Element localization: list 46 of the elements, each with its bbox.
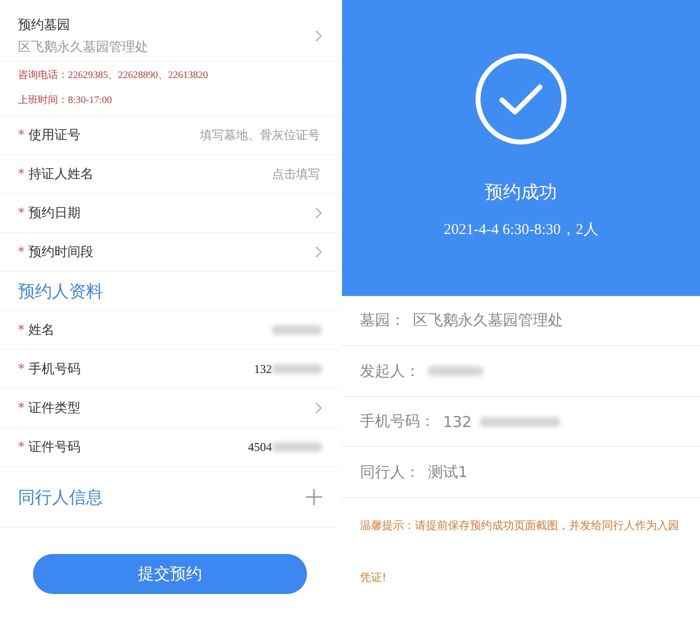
- info-value: 测试1: [428, 462, 468, 482]
- form-row[interactable]: * 证件号码 4504: [0, 428, 340, 466]
- section-title: 预约人资料: [18, 280, 103, 302]
- form-row[interactable]: * 预约时间段: [0, 233, 340, 271]
- field-label: * 使用证号: [18, 127, 80, 144]
- field-label: * 预约日期: [18, 205, 80, 222]
- info-label: 发起人：: [360, 362, 420, 380]
- plus-icon[interactable]: [306, 489, 322, 505]
- info-value: 132: [443, 412, 472, 431]
- reminder-text: 温馨提示：请提前保存预约成功页面截图，并发给同行人作为入园凭证!: [359, 518, 680, 586]
- field-label: * 证件类型: [18, 400, 80, 417]
- redaction-blur: [272, 325, 322, 335]
- input-field[interactable]: 点击填写: [148, 166, 322, 182]
- field-label: * 证件号码: [18, 439, 80, 456]
- chevron-right-icon: [315, 30, 322, 42]
- form-row[interactable]: * 使用证号 填写墓地、骨灰位证号: [0, 116, 340, 154]
- form-row[interactable]: * 手机号码 132: [0, 350, 340, 388]
- success-title: 预约成功: [485, 181, 557, 204]
- section-title: 同行人信息: [18, 486, 103, 508]
- booking-summary: 2021-4-4 6:30-8:30，2人: [444, 221, 598, 239]
- chevron-right-icon: [315, 246, 322, 258]
- form-row[interactable]: * 证件类型: [0, 389, 340, 427]
- info-label: 墓园：: [360, 310, 405, 330]
- form-row[interactable]: * 姓名: [0, 311, 340, 349]
- info-value: 区飞鹅永久墓园管理处: [413, 310, 563, 330]
- input-field[interactable]: 填写墓地、骨灰位证号: [148, 127, 322, 143]
- form-row[interactable]: * 预约日期: [0, 194, 340, 232]
- field-label: * 姓名: [18, 322, 54, 339]
- chevron-right-icon: [315, 207, 322, 219]
- check-circle-icon: [474, 52, 568, 146]
- field-value: 4504: [248, 440, 322, 454]
- field-value: 区飞鹅永久墓园管理处: [18, 38, 148, 56]
- form-row[interactable]: * 持证人姓名 点击填写: [0, 155, 340, 193]
- field-label: * 预约时间段: [18, 244, 94, 261]
- chevron-right-icon: [315, 402, 322, 414]
- notice-text: 咨询电话：22629385、22628890、22613820: [18, 68, 209, 82]
- field-label: * 持证人姓名: [18, 166, 94, 183]
- submit-button[interactable]: 提交预约: [33, 554, 307, 594]
- info-label: 手机号码：: [360, 412, 435, 432]
- field-value: 132: [254, 362, 322, 376]
- cemetery-selector[interactable]: 预约墓园 区飞鹅永久墓园管理处: [0, 0, 340, 61]
- notice-text: 上班时间：8:30-17:00: [18, 94, 113, 107]
- info-label: 同行人：: [360, 462, 420, 482]
- redaction-blur: [428, 366, 483, 376]
- field-label: * 手机号码: [18, 361, 80, 378]
- field-label: 预约墓园: [18, 16, 71, 34]
